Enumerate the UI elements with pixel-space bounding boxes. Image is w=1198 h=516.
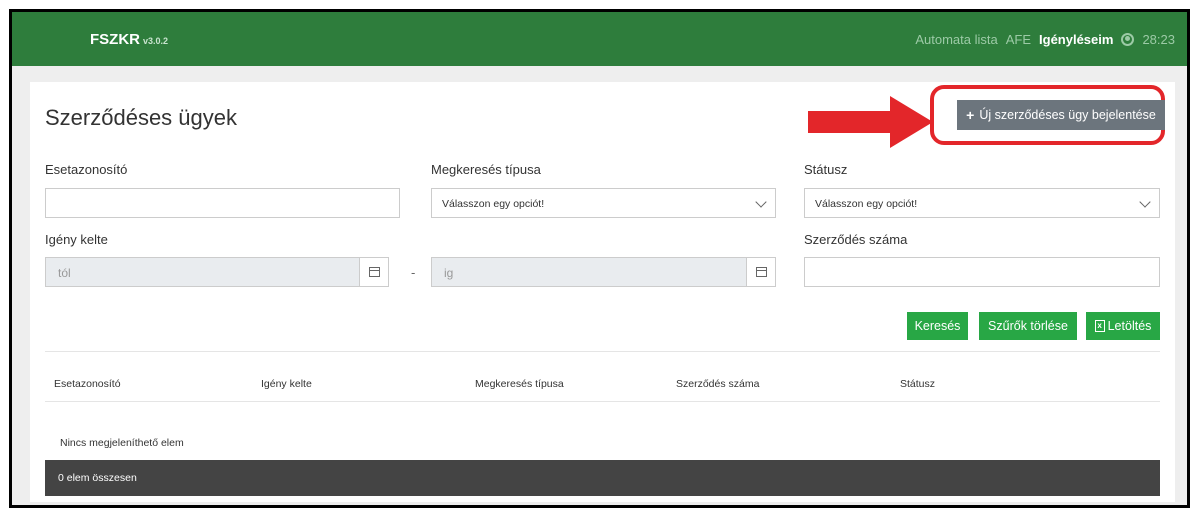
status-label: Státusz bbox=[804, 162, 848, 177]
case-id-label: Esetazonosító bbox=[45, 162, 128, 177]
contract-number-input[interactable] bbox=[804, 257, 1160, 287]
empty-table-message: Nincs megjeleníthető elem bbox=[60, 437, 184, 449]
calendar-icon bbox=[755, 267, 767, 277]
request-type-value: Válasszon egy opciót! bbox=[442, 198, 545, 210]
table-header-divider bbox=[45, 401, 1160, 402]
request-type-label: Megkeresés típusa bbox=[431, 162, 541, 177]
date-from-calendar-button[interactable] bbox=[359, 257, 389, 287]
chevron-down-icon bbox=[1139, 196, 1151, 208]
nav-afe[interactable]: AFE bbox=[1006, 32, 1031, 47]
date-from-input[interactable]: tól bbox=[45, 257, 360, 287]
top-navbar: FSZKR v3.0.2 Automata lista AFE Igénylése… bbox=[12, 12, 1187, 66]
divider bbox=[45, 351, 1160, 352]
date-from-placeholder: tól bbox=[58, 266, 71, 280]
column-header-date[interactable]: Igény kelte bbox=[261, 378, 312, 390]
user-circle-icon[interactable] bbox=[1121, 33, 1135, 46]
clear-filters-button[interactable]: Szűrők törlése bbox=[979, 312, 1077, 340]
brand-logo[interactable]: FSZKR v3.0.2 bbox=[90, 31, 168, 48]
download-label: Letöltés bbox=[1107, 319, 1152, 333]
status-select[interactable]: Válasszon egy opciót! bbox=[804, 188, 1160, 218]
contract-number-label: Szerződés száma bbox=[804, 232, 908, 247]
status-value: Válasszon egy opciót! bbox=[815, 198, 918, 210]
column-header-request-type[interactable]: Megkeresés típusa bbox=[475, 378, 564, 390]
date-to-placeholder: ig bbox=[444, 266, 454, 280]
column-header-contract-number[interactable]: Szerződés száma bbox=[676, 378, 759, 390]
nav-igenyleseim[interactable]: Igényléseim bbox=[1039, 32, 1113, 47]
chevron-down-icon bbox=[755, 196, 767, 208]
date-label: Igény kelte bbox=[45, 232, 108, 247]
total-count: 0 elem összesen bbox=[58, 472, 137, 484]
date-separator: - bbox=[411, 265, 416, 280]
request-type-select[interactable]: Válasszon egy opciót! bbox=[431, 188, 776, 218]
table-footer: 0 elem összesen bbox=[45, 460, 1160, 496]
column-header-case-id[interactable]: Esetazonosító bbox=[54, 378, 121, 390]
app-window: FSZKR v3.0.2 Automata lista AFE Igénylése… bbox=[9, 9, 1190, 508]
download-button[interactable]: x Letöltés bbox=[1086, 312, 1160, 340]
new-contract-case-label: Új szerződéses ügy bejelentése bbox=[979, 108, 1156, 122]
date-to-input[interactable]: ig bbox=[431, 257, 747, 287]
case-id-input[interactable] bbox=[45, 188, 400, 218]
version-label: v3.0.2 bbox=[143, 36, 169, 46]
brand-name: FSZKR bbox=[90, 31, 140, 48]
calendar-icon bbox=[368, 267, 380, 277]
main-card: Szerződéses ügyek + Új szerződéses ügy b… bbox=[30, 82, 1175, 502]
new-contract-case-button[interactable]: + Új szerződéses ügy bejelentése bbox=[957, 100, 1165, 130]
date-to-calendar-button[interactable] bbox=[746, 257, 776, 287]
top-nav: Automata lista AFE Igényléseim 28:23 bbox=[915, 32, 1175, 47]
page-title: Szerződéses ügyek bbox=[45, 105, 237, 130]
session-timer: 28:23 bbox=[1142, 32, 1175, 47]
search-button[interactable]: Keresés bbox=[907, 312, 968, 340]
nav-automata-lista[interactable]: Automata lista bbox=[915, 32, 997, 47]
red-arrow-icon bbox=[808, 96, 933, 148]
plus-icon: + bbox=[966, 107, 975, 123]
excel-icon: x bbox=[1094, 320, 1105, 332]
column-header-status[interactable]: Státusz bbox=[900, 378, 935, 390]
